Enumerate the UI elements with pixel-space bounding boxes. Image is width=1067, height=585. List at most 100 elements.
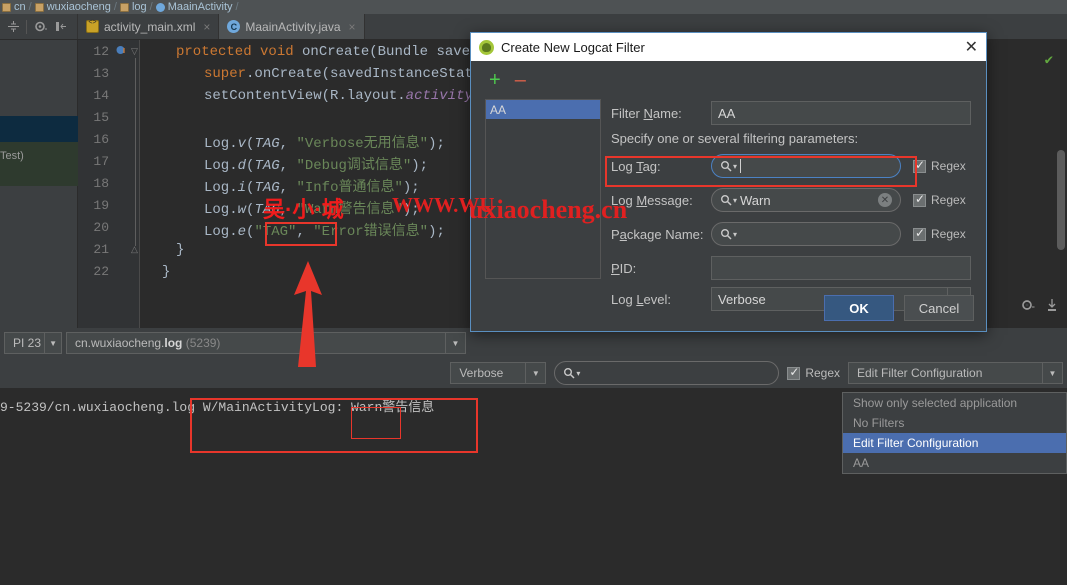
pid-input[interactable] [711, 256, 971, 280]
close-icon[interactable]: ✕ [965, 37, 978, 57]
chevron-down-icon[interactable]: ▾ [576, 369, 580, 378]
line-number: 14 [93, 88, 109, 103]
line-number: 13 [93, 66, 109, 81]
chevron-down-icon[interactable]: ▼ [1042, 363, 1062, 383]
checkbox-checked-icon[interactable] [787, 365, 801, 380]
tab-activity-main-xml[interactable]: activity_main.xml × [78, 14, 220, 39]
add-filter-button[interactable]: + [489, 70, 501, 90]
tab-maainactivity-java[interactable]: C MaainActivity.java × [219, 14, 365, 39]
package-name-input[interactable]: ▾ [711, 222, 901, 246]
package-icon [119, 2, 129, 12]
xml-file-icon [86, 19, 99, 33]
breadcrumb-item-wuxiaocheng[interactable]: wuxiaocheng [33, 1, 113, 13]
search-icon: ▾ [563, 367, 580, 379]
regex-label: Regex [931, 159, 966, 173]
log-message-input[interactable]: ▾ Warn ✕ [711, 188, 901, 212]
close-icon[interactable]: × [349, 20, 356, 34]
ok-button[interactable]: OK [824, 295, 894, 321]
log-message-regex-checkbox[interactable]: Regex [913, 192, 966, 207]
breadcrumb-item-cn[interactable]: cn [0, 1, 28, 13]
settings-gear-icon[interactable] [31, 18, 49, 36]
split-editor-icon[interactable] [4, 18, 22, 36]
logcat-toolbar-row-2: Verbose ▼ ▾ Regex Edit Filter Configurat… [0, 358, 1067, 388]
editor-gutter[interactable]: 12 13 14 15 16 17 18 19 20 21 22 ▽ △ [78, 40, 140, 328]
logcat-search-input[interactable]: ▾ [554, 361, 780, 385]
dialog-title: Create New Logcat Filter [501, 39, 645, 55]
log-level-selector[interactable]: Verbose ▼ [450, 362, 547, 384]
pid-row: PID: [611, 256, 971, 280]
inspection-ok-icon[interactable]: ✔ [1045, 52, 1053, 69]
checkbox-checked-icon[interactable] [913, 158, 926, 173]
code-line-20: Log.e("TAG", "Error错误信息"); [204, 224, 445, 240]
log-tag-row: Log Tag: ▾ Regex [611, 154, 966, 178]
log-level-label: Verbose [459, 366, 504, 380]
checkbox-checked-icon[interactable] [913, 192, 926, 207]
breadcrumb-label: MaainActivity [167, 1, 233, 13]
breadcrumb: cn / wuxiaocheng / log / MaainActivity / [0, 0, 1067, 14]
tab-label: MaainActivity.java [245, 19, 341, 34]
code-line-13: super.onCreate(savedInstanceState [204, 66, 482, 82]
checkbox-checked-icon[interactable] [913, 226, 926, 241]
app-window: cn / wuxiaocheng / log / MaainActivity / [0, 0, 1067, 585]
line-number: 17 [93, 154, 109, 169]
left-strip-highlight-blue [0, 116, 78, 142]
editor-toolbar [0, 14, 78, 39]
package-name-regex-checkbox[interactable]: Regex [913, 226, 966, 241]
dialog-buttons: OK Cancel [824, 295, 974, 321]
gear-icon[interactable] [1021, 298, 1035, 315]
left-strip-label: Test) [0, 150, 24, 162]
package-name-row: Package Name: ▾ Regex [611, 222, 966, 246]
dropdown-item-aa[interactable]: AA [843, 453, 1066, 473]
override-method-icon[interactable] [116, 45, 126, 55]
collapse-pane-icon[interactable] [51, 18, 69, 36]
chevron-down-icon[interactable]: ▼ [525, 363, 545, 383]
dialog-body: + – AA Filter Name: AA Specify one or se… [471, 61, 986, 333]
filter-configuration-selector[interactable]: Edit Filter Configuration ▼ [848, 362, 1063, 384]
filter-name-value: AA [718, 105, 736, 121]
code-line-21: } [176, 242, 185, 258]
filter-list-item-aa[interactable]: AA [486, 100, 600, 119]
breadcrumb-item-maainactivity[interactable]: MaainActivity [154, 1, 235, 13]
process-selector[interactable]: cn.wuxiaocheng.log (5239) ▼ [66, 332, 466, 354]
dropdown-item-show-only-selected-application[interactable]: Show only selected application [843, 393, 1066, 413]
editor-vertical-scrollbar[interactable] [1057, 150, 1065, 250]
chevron-down-icon[interactable]: ▼ [44, 333, 61, 353]
cancel-button[interactable]: Cancel [904, 295, 974, 321]
clear-icon[interactable]: ✕ [878, 193, 892, 207]
filter-dropdown-menu[interactable]: Show only selected application No Filter… [842, 392, 1067, 474]
line-number: 15 [93, 110, 109, 125]
scroll-to-end-icon[interactable] [1045, 298, 1059, 315]
breadcrumb-separator: / [149, 1, 153, 13]
chevron-down-icon[interactable]: ▾ [733, 196, 737, 205]
editor-left-strip: Test) [0, 40, 78, 328]
breadcrumb-label: cn [14, 1, 26, 13]
filter-name-input[interactable]: AA [711, 101, 971, 125]
chevron-down-icon[interactable]: ▼ [445, 333, 465, 353]
dropdown-item-no-filters[interactable]: No Filters [843, 413, 1066, 433]
search-icon: ▾ [720, 228, 737, 240]
line-number: 20 [93, 220, 109, 235]
filter-label: Edit Filter Configuration [857, 366, 983, 380]
breadcrumb-item-log[interactable]: log [118, 1, 149, 13]
process-label: cn.wuxiaocheng.log (5239) [75, 336, 221, 350]
dropdown-item-edit-filter-configuration[interactable]: Edit Filter Configuration [843, 433, 1066, 453]
toolbar-divider [26, 19, 27, 34]
filter-list[interactable]: AA [485, 99, 601, 279]
tab-label: activity_main.xml [104, 19, 196, 34]
left-strip-highlight-green: Test) [0, 142, 78, 186]
breadcrumb-separator: / [235, 1, 239, 13]
line-number: 16 [93, 132, 109, 147]
filter-name-row: Filter Name: AA [611, 101, 971, 125]
remove-filter-button[interactable]: – [515, 70, 526, 90]
log-tag-regex-checkbox[interactable]: Regex [913, 158, 966, 173]
fold-collapse-icon[interactable]: ▽ [131, 46, 138, 57]
device-selector[interactable]: PI 23 ▼ [4, 332, 62, 354]
close-icon[interactable]: × [203, 20, 210, 34]
dialog-title-bar: Create New Logcat Filter ✕ [471, 33, 986, 61]
code-line-17: Log.d(TAG, "Debug调试信息"); [204, 158, 429, 174]
chevron-down-icon[interactable]: ▾ [733, 230, 737, 239]
package-icon [34, 2, 44, 12]
log-tag-input[interactable]: ▾ [711, 154, 901, 178]
chevron-down-icon[interactable]: ▾ [733, 162, 737, 171]
logcat-regex-checkbox[interactable]: Regex [787, 365, 840, 380]
